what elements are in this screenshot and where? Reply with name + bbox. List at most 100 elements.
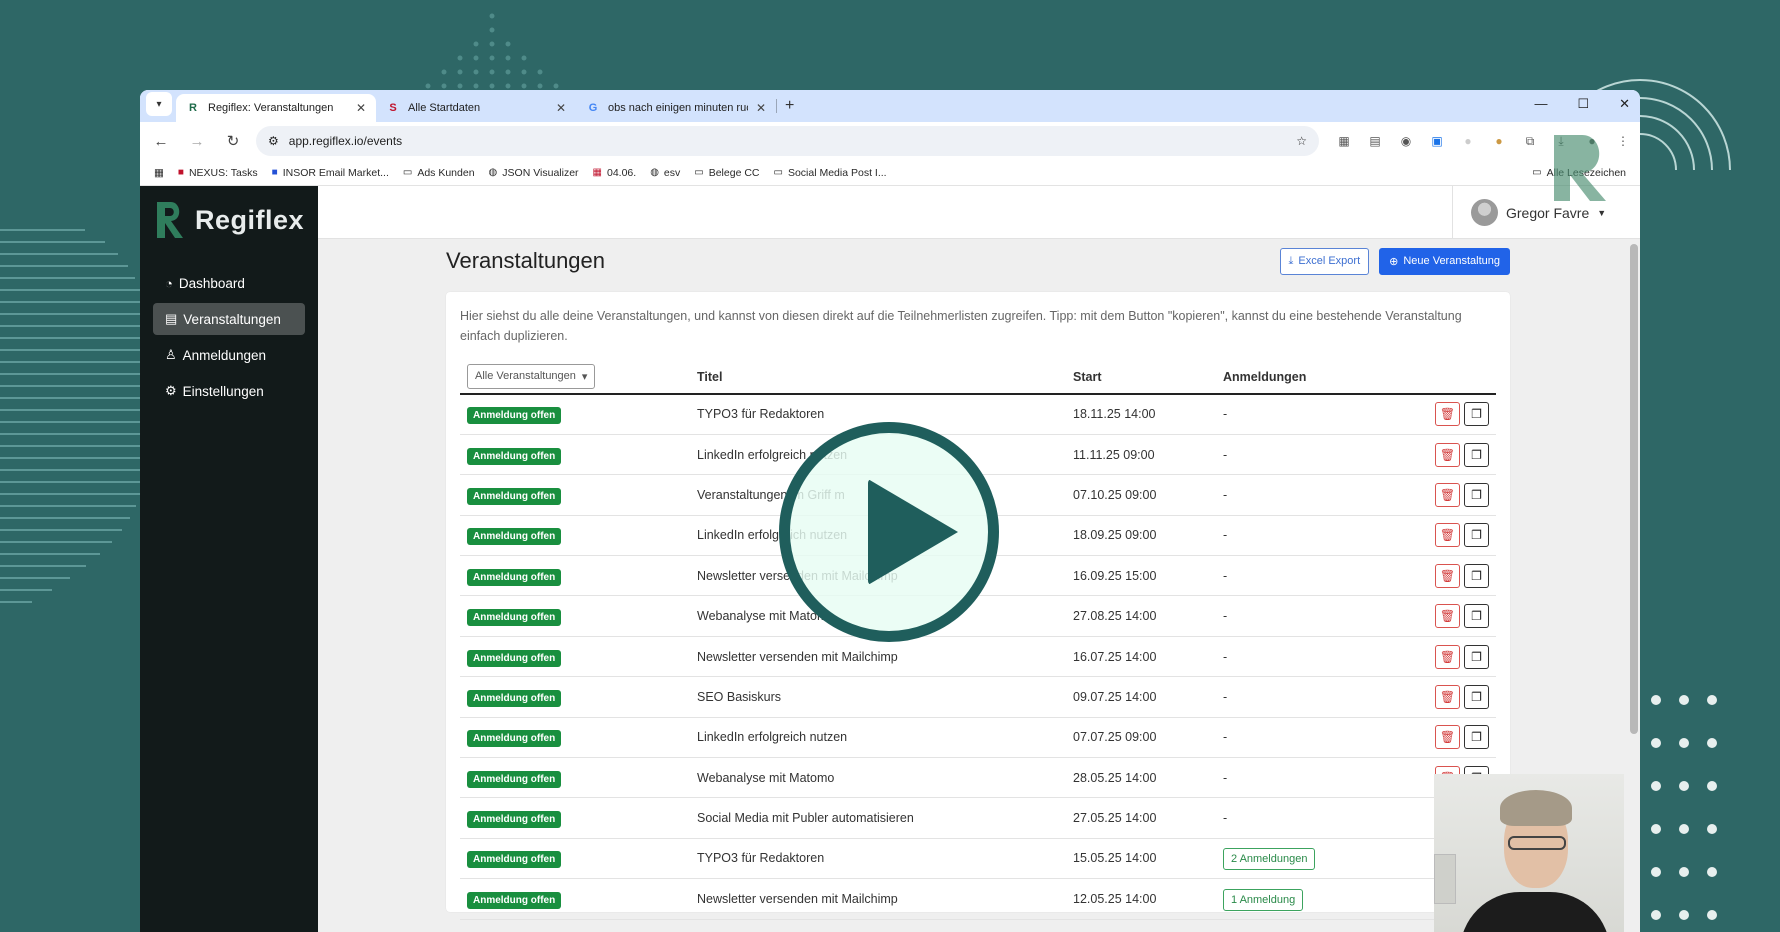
table-row[interactable]: Anmeldung offen Newsletter versenden mit … — [460, 636, 1496, 678]
table-row[interactable]: Anmeldung offen SEO Basiskurs 09.07.25 14:… — [460, 676, 1496, 718]
table-row[interactable]: Anmeldung offen Webanalyse mit Matomo 28.0… — [460, 757, 1496, 799]
sidebar-item-label: Einstellungen — [182, 383, 264, 399]
delete-icon[interactable]: 🗑 — [1435, 604, 1460, 629]
tab-regiflex[interactable]: R Regiflex: Veranstaltungen ✕ — [176, 94, 376, 122]
address-bar[interactable]: ⚙ app.regiflex.io/events ☆ — [256, 126, 1319, 156]
sidebar-item-label: Dashboard — [178, 276, 245, 291]
event-title[interactable]: Social Media mit Publer automatisieren — [690, 797, 1066, 839]
bookmark-item[interactable]: ■ NEXUS: Tasks — [178, 167, 258, 179]
excel-export-button[interactable]: ⤓ Excel Export — [1279, 247, 1370, 275]
registrations-value: - — [1223, 811, 1228, 826]
back-icon[interactable]: ← — [148, 133, 174, 150]
menu-dots-icon[interactable]: ⋮ — [1614, 134, 1632, 148]
bookmarks-bar: ▦ ■ NEXUS: Tasks ■ INSOR Email Market... ▭… — [140, 160, 1640, 186]
extension-circle-icon[interactable]: ● — [1459, 134, 1477, 148]
delete-icon[interactable]: 🗑 — [1435, 725, 1460, 750]
status-cell: Anmeldung offen — [460, 636, 690, 678]
tab-startdaten[interactable]: S Alle Startdaten ✕ — [376, 94, 576, 122]
delete-icon[interactable]: 🗑 — [1435, 644, 1460, 669]
event-title[interactable]: Newsletter versenden mit Mailchimp — [690, 636, 1066, 678]
extension-text-icon[interactable]: ▤ — [1366, 134, 1384, 148]
scrollbar[interactable] — [1630, 244, 1638, 734]
event-title[interactable]: Newsletter versenden mit Mailchimp — [690, 878, 1066, 920]
bookmark-item[interactable]: ▭ Social Media Post I... — [774, 167, 887, 179]
extension-badge-icon[interactable]: ▣ — [1428, 134, 1446, 148]
extension-qr-icon[interactable]: ▦ — [1335, 134, 1353, 148]
delete-icon[interactable]: 🗑 — [1435, 442, 1460, 467]
user-icon: ♙ — [165, 347, 177, 362]
puzzle-icon[interactable]: ⧉ — [1521, 134, 1539, 149]
delete-icon[interactable]: 🗑 — [1435, 523, 1460, 548]
registrations-cell: - — [1216, 636, 1396, 678]
copy-icon[interactable]: ❐ — [1464, 644, 1489, 669]
apps-grid-icon[interactable]: ▦ — [154, 167, 164, 179]
table-row[interactable]: Anmeldung offen TYPO3 für Redaktoren 18.11… — [460, 394, 1496, 435]
bookmark-item[interactable]: ▭ Belege CC — [694, 167, 759, 179]
copy-icon[interactable]: ❐ — [1464, 482, 1489, 507]
new-event-button[interactable]: ⊕ Neue Veranstaltung — [1379, 247, 1510, 275]
bookmark-item[interactable]: ▭ Ads Kunden — [403, 167, 475, 179]
event-filter-dropdown[interactable]: Alle Veranstaltungen ▾ — [467, 364, 596, 389]
maximize-icon[interactable]: ☐ — [1577, 96, 1589, 112]
actions-cell: 🗑❐ — [1396, 515, 1496, 557]
copy-icon[interactable]: ❐ — [1464, 725, 1489, 750]
reload-icon[interactable]: ↻ — [220, 132, 246, 150]
chrome-color-icon[interactable]: ● — [1490, 134, 1508, 148]
gear-icon: ⚙ — [165, 383, 177, 398]
camera-icon[interactable]: ◉ — [1397, 134, 1415, 148]
copy-icon[interactable]: ❐ — [1464, 523, 1489, 548]
tab-google[interactable]: G obs nach einigen minuten ruck ✕ — [576, 94, 776, 122]
registrations-button[interactable]: 1 Anmeldung — [1223, 888, 1304, 911]
bookmark-item[interactable]: ◍ esv — [650, 167, 680, 179]
copy-icon[interactable]: ❐ — [1464, 563, 1489, 588]
copy-icon[interactable]: ❐ — [1464, 604, 1489, 629]
user-menu[interactable]: Gregor Favre ▼ — [1471, 199, 1606, 226]
event-title[interactable]: LinkedIn erfolgreich nutzen — [690, 717, 1066, 759]
gauge-icon: ◔ — [165, 276, 173, 291]
sidebar-item-anmeldungen[interactable]: ♙ Anmeldungen — [153, 339, 305, 371]
copy-icon[interactable]: ❐ — [1464, 402, 1489, 427]
user-name: Gregor Favre — [1506, 204, 1590, 221]
copy-icon[interactable]: ❐ — [1464, 684, 1489, 709]
close-tab-icon[interactable]: ✕ — [756, 101, 766, 115]
brand-logo[interactable]: Regiflex — [140, 200, 318, 240]
close-tab-icon[interactable]: ✕ — [556, 101, 566, 115]
actions-cell: 🗑❐ — [1396, 394, 1496, 435]
event-title[interactable]: Webanalyse mit Matomo — [690, 757, 1066, 799]
delete-icon[interactable]: 🗑 — [1435, 684, 1460, 709]
bookmark-item[interactable]: ◍ JSON Visualizer — [489, 167, 579, 179]
table-row[interactable]: Anmeldung offen LinkedIn erfolgreich nutz… — [460, 717, 1496, 759]
event-title[interactable]: SEO Basiskurs — [690, 676, 1066, 718]
copy-icon[interactable]: ❐ — [1464, 442, 1489, 467]
status-badge: Anmeldung offen — [467, 528, 562, 546]
registrations-cell: - — [1216, 717, 1396, 759]
globe-icon: ◍ — [488, 167, 498, 178]
table-row[interactable]: Anmeldung offen Newsletter versenden mit … — [460, 878, 1496, 920]
bookmark-star-icon[interactable]: ☆ — [1296, 134, 1307, 148]
minimize-icon[interactable]: — — [1534, 96, 1547, 112]
table-row[interactable]: Anmeldung offen Webanalyse mit Matomo 27.0… — [460, 595, 1496, 637]
delete-icon[interactable]: 🗑 — [1435, 402, 1460, 427]
sidebar-item-einstellungen[interactable]: ⚙ Einstellungen — [153, 375, 305, 407]
delete-icon[interactable]: 🗑 — [1435, 482, 1460, 507]
delete-icon[interactable]: 🗑 — [1435, 563, 1460, 588]
event-title[interactable]: TYPO3 für Redaktoren — [690, 838, 1066, 880]
play-button[interactable] — [779, 422, 999, 642]
bookmark-item[interactable]: ■ INSOR Email Market... — [272, 167, 389, 179]
table-row[interactable]: Anmeldung offen TYPO3 für Redaktoren 15.05… — [460, 838, 1496, 880]
sidebar-item-dashboard[interactable]: ◔ Dashboard — [153, 268, 305, 299]
calendar-icon: ▤ — [165, 311, 178, 326]
regiflex-favicon-icon: R — [189, 102, 197, 114]
table-row[interactable]: Anmeldung offen Social Media mit Publer a… — [460, 797, 1496, 839]
status-badge: Anmeldung offen — [467, 689, 562, 707]
tab-search-button[interactable]: ▾ — [146, 92, 172, 116]
site-info-icon[interactable]: ⚙ — [268, 134, 279, 148]
new-tab-button[interactable]: + — [785, 97, 794, 115]
registrations-button[interactable]: 2 Anmeldungen — [1223, 848, 1316, 871]
regiflex-watermark-logo — [1554, 135, 1606, 201]
bookmark-item[interactable]: ▦ 04.06. — [593, 167, 637, 179]
sidebar-item-veranstaltungen[interactable]: ▤ Veranstaltungen — [153, 303, 305, 335]
forward-icon[interactable]: → — [184, 133, 210, 150]
close-tab-icon[interactable]: ✕ — [356, 101, 366, 115]
close-window-icon[interactable]: ✕ — [1619, 96, 1630, 112]
